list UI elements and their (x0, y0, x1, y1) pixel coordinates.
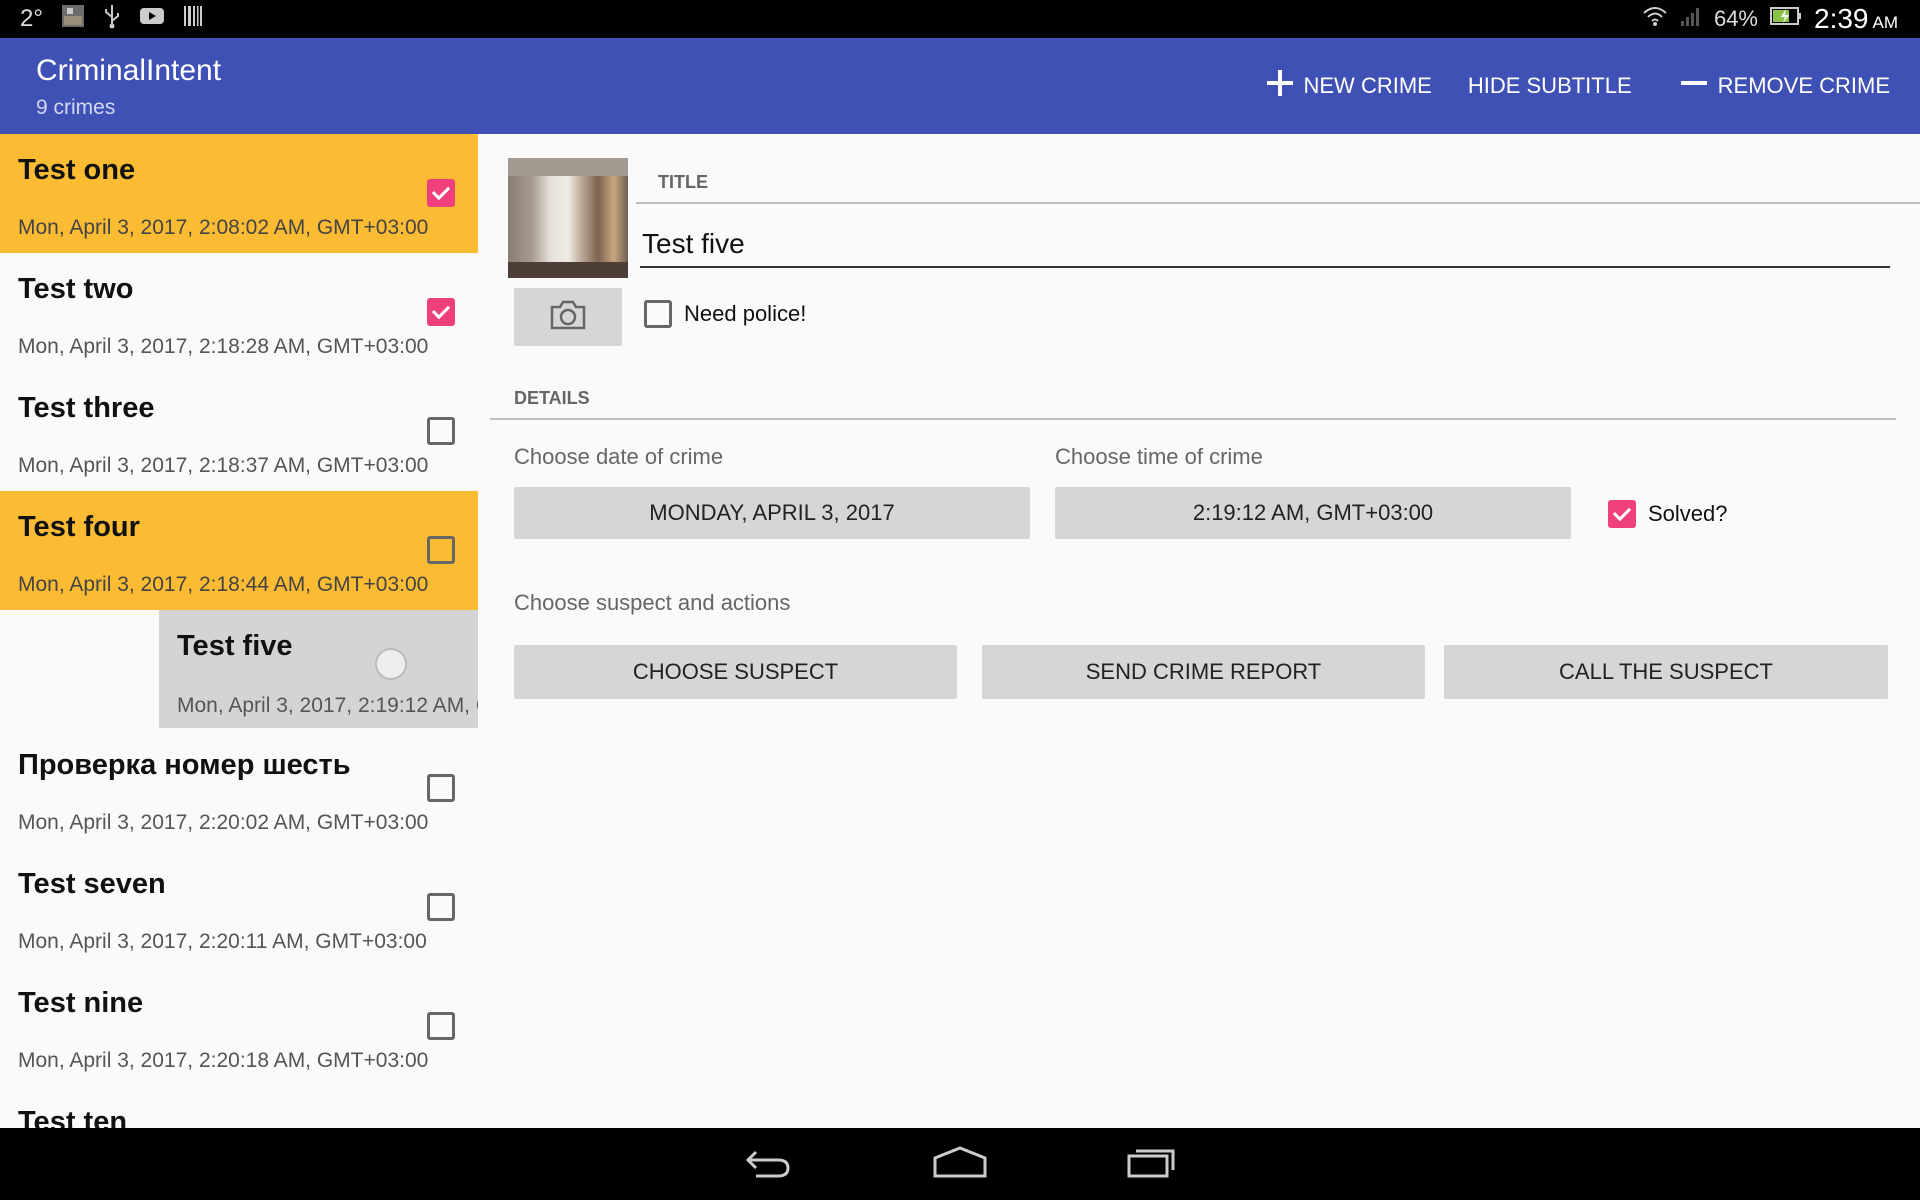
crime-title: Test ten (18, 1106, 128, 1128)
crime-date: Mon, April 3, 2017, 2:20:11 AM, GMT+03:0… (18, 930, 427, 953)
crime-title: Test four (18, 511, 140, 543)
time-button[interactable]: 2:19:12 AM, GMT+03:00 (1055, 487, 1571, 539)
app-bar: CriminalIntent 9 crimes NEW CRIME HIDE S… (0, 38, 1920, 134)
usb-icon (103, 3, 121, 36)
barcode-icon (183, 5, 203, 34)
solved-row[interactable]: Solved? (1608, 500, 1728, 528)
need-police-row[interactable]: Need police! (644, 300, 806, 328)
solved-checkbox[interactable] (427, 536, 455, 564)
crime-date: Mon, April 3, 2017, 2:08:02 AM, GMT+03:0… (18, 216, 429, 239)
solved-checkbox[interactable] (427, 298, 455, 326)
crime-date: Mon, April 3, 2017, 2:19:12 AM, GM (177, 694, 478, 717)
hide-subtitle-button[interactable]: HIDE SUBTITLE (1468, 73, 1632, 99)
crime-detail-pane: TITLE Need police! DETAILS Choose date o… (478, 134, 1920, 1128)
clock-time: 2:39 (1814, 3, 1869, 34)
status-bar: 2° 64% 2:39 AM (0, 0, 1920, 38)
home-icon[interactable] (932, 1142, 988, 1187)
list-item[interactable]: Test four Mon, April 3, 2017, 2:18:44 AM… (0, 491, 478, 610)
touch-ripple-indicator (375, 648, 407, 680)
plus-icon (1266, 69, 1294, 103)
solved-checkbox[interactable] (427, 1012, 455, 1040)
status-bar-left: 2° (20, 0, 203, 38)
list-item-being-swiped[interactable]: Test five Mon, April 3, 2017, 2:19:12 AM… (159, 610, 478, 728)
crime-date: Mon, April 3, 2017, 2:20:18 AM, GMT+03:0… (18, 1049, 429, 1072)
send-crime-report-button[interactable]: SEND CRIME REPORT (982, 645, 1425, 699)
time-label: Choose time of crime (1055, 444, 1263, 469)
list-item[interactable]: Проверка номер шесть Mon, April 3, 2017,… (0, 729, 478, 848)
weather-photo-icon (61, 4, 85, 35)
wifi-icon (1642, 5, 1668, 33)
choose-suspect-button[interactable]: CHOOSE SUSPECT (514, 645, 957, 699)
details-section-label: DETAILS (514, 388, 590, 408)
crime-date: Mon, April 3, 2017, 2:18:37 AM, GMT+03:0… (18, 454, 429, 477)
battery-charging-icon (1770, 6, 1802, 32)
crime-title: Test seven (18, 868, 166, 900)
date-label: Choose date of crime (514, 444, 724, 469)
need-police-checkbox[interactable] (644, 300, 672, 328)
hide-subtitle-label: HIDE SUBTITLE (1467, 73, 1632, 98)
crime-photo[interactable] (508, 158, 628, 278)
remove-crime-button[interactable]: REMOVE CRIME (1680, 69, 1890, 103)
solved-checkbox[interactable] (427, 893, 455, 921)
list-item[interactable]: Test two Mon, April 3, 2017, 2:18:28 AM,… (0, 253, 478, 372)
list-item[interactable]: Test ten (0, 1086, 478, 1128)
app-title: CriminalIntent (36, 54, 222, 87)
list-item[interactable]: Test three Mon, April 3, 2017, 2:18:37 A… (0, 372, 478, 491)
solved-checkbox[interactable] (1608, 500, 1636, 528)
crime-title: Test two (18, 273, 134, 305)
crime-title: Test five (177, 630, 293, 662)
crime-date: Mon, April 3, 2017, 2:18:44 AM, GMT+03:0… (18, 573, 429, 596)
solved-checkbox[interactable] (427, 774, 455, 802)
crime-title: Test three (18, 392, 155, 424)
crime-date: Mon, April 3, 2017, 2:20:02 AM, GMT+03:0… (18, 811, 429, 834)
crime-title: Test nine (18, 987, 144, 1019)
crime-date: Mon, April 3, 2017, 2:18:28 AM, GMT+03:0… (18, 335, 429, 358)
details-divider (490, 418, 1896, 420)
title-divider (636, 202, 1920, 204)
list-item[interactable]: Test seven Mon, April 3, 2017, 2:20:11 A… (0, 848, 478, 967)
crime-title: Test one (18, 154, 136, 186)
suspect-actions-label: Choose suspect and actions (514, 590, 791, 615)
call-suspect-button[interactable]: CALL THE SUSPECT (1444, 645, 1888, 699)
app-subtitle: 9 crimes (36, 96, 116, 119)
clock-ampm: AM (1872, 13, 1899, 32)
remove-crime-label: REMOVE CRIME (1717, 73, 1890, 98)
solved-checkbox[interactable] (427, 417, 455, 445)
app-bar-actions: NEW CRIME HIDE SUBTITLE REMOVE CRIME (1266, 38, 1890, 134)
solved-label: Solved? (1648, 501, 1728, 526)
need-police-label: Need police! (684, 301, 807, 326)
youtube-icon (139, 5, 165, 33)
crime-list[interactable]: Test one Mon, April 3, 2017, 2:08:02 AM,… (0, 134, 478, 1128)
new-crime-label: NEW CRIME (1303, 73, 1432, 98)
camera-icon (548, 299, 588, 336)
date-button[interactable]: MONDAY, APRIL 3, 2017 (514, 487, 1030, 539)
battery-percent: 64% (1713, 6, 1758, 31)
temperature-text: 2° (20, 5, 43, 32)
back-icon[interactable] (742, 1142, 794, 1187)
list-item[interactable]: Test nine Mon, April 3, 2017, 2:20:18 AM… (0, 967, 478, 1086)
new-crime-button[interactable]: NEW CRIME (1266, 69, 1432, 103)
recent-apps-icon[interactable] (1126, 1142, 1178, 1187)
list-item[interactable]: Test one Mon, April 3, 2017, 2:08:02 AM,… (0, 134, 478, 253)
minus-icon (1680, 69, 1708, 103)
navigation-bar (0, 1128, 1920, 1200)
title-section-label: TITLE (658, 172, 708, 192)
solved-checkbox[interactable] (427, 179, 455, 207)
status-bar-right: 64% 2:39 AM (1642, 0, 1898, 38)
take-photo-button[interactable] (514, 288, 622, 346)
signal-icon (1680, 5, 1702, 33)
crime-title-input[interactable] (640, 222, 1890, 268)
crime-title: Проверка номер шесть (18, 749, 351, 781)
